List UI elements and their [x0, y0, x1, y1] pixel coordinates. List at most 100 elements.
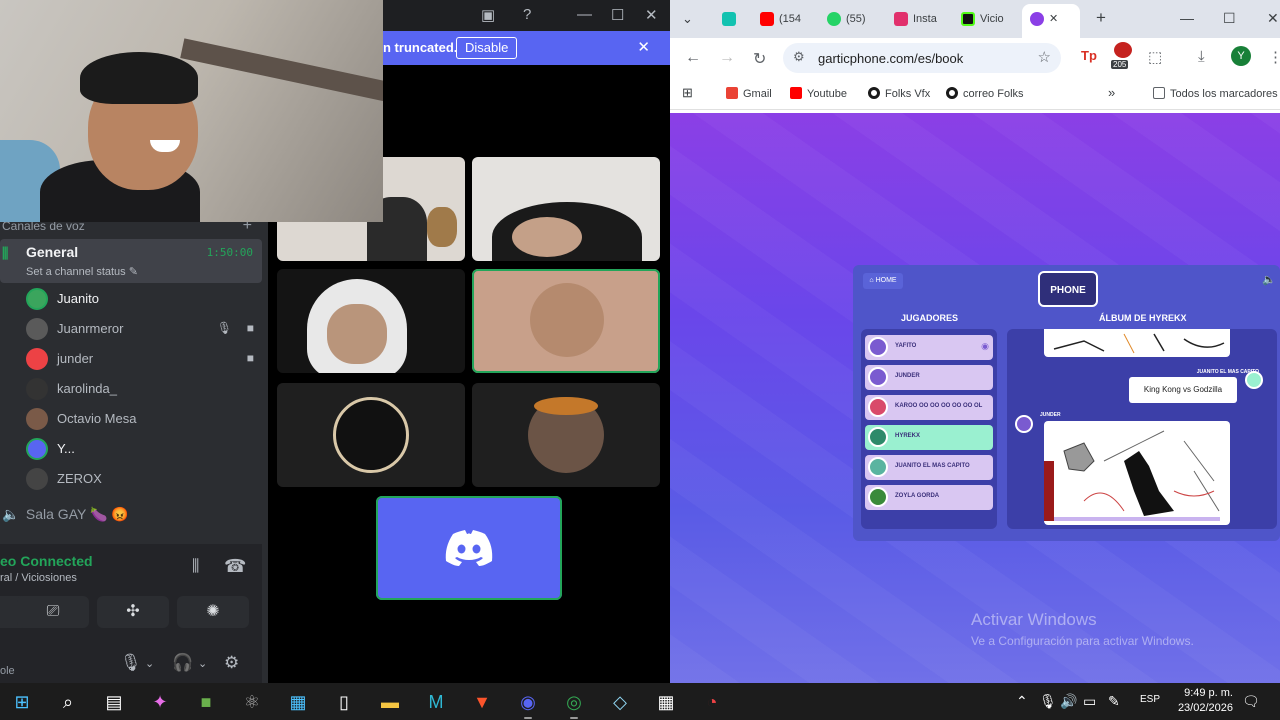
all-bookmarks-folder[interactable]: Todos los marcadores	[1153, 87, 1278, 100]
bookmark-correo-folks[interactable]: correo Folks	[946, 87, 1024, 100]
noise-suppression-icon[interactable]: ⫼	[192, 558, 199, 576]
tab-search-icon[interactable]: ⌄	[682, 6, 693, 32]
chrome-taskbar-icon[interactable]: ◎	[562, 690, 586, 719]
app-icon[interactable]: ◇	[608, 690, 632, 714]
channel-sala[interactable]: 🔈 Sala GAY 🍆 😡	[0, 506, 128, 523]
search-icon[interactable]: ⌕	[56, 690, 80, 714]
voice-member[interactable]: Y...	[26, 436, 262, 462]
language-indicator[interactable]: ESP	[1140, 694, 1160, 705]
store-icon[interactable]: ▦	[286, 690, 310, 714]
show-hidden-icons[interactable]: ⌃	[1016, 693, 1028, 710]
video-tile-speaking[interactable]	[472, 269, 660, 373]
app-m-icon[interactable]: M	[424, 690, 448, 714]
soundboard-button[interactable]: ✺	[177, 596, 249, 628]
notifications-icon[interactable]: 🗨	[1242, 693, 1260, 710]
channel-status[interactable]: Set a channel status ✎	[26, 265, 138, 278]
voice-member[interactable]: karolinda_	[26, 376, 262, 402]
tab[interactable]: Insta	[894, 6, 937, 32]
voice-channel-path[interactable]: ral / Viciosiones	[0, 572, 77, 584]
channel-general[interactable]: ⫼ General 1:50:00 Set a channel status ✎	[0, 239, 262, 283]
tab[interactable]	[722, 6, 741, 32]
settings-gear-icon[interactable]: ⚙	[224, 653, 239, 673]
home-button[interactable]: ⌂ HOME	[863, 273, 903, 289]
voice-member[interactable]: Octavio Mesa	[26, 406, 262, 432]
task-view-icon[interactable]: ▤	[102, 690, 126, 714]
chevron-down-icon[interactable]: ⌄	[198, 657, 207, 670]
file-explorer-icon[interactable]: ▬	[378, 690, 402, 714]
player-row-current[interactable]: HYREKX	[865, 425, 993, 450]
calculator-icon[interactable]: ▦	[654, 690, 678, 714]
minimize-icon[interactable]: —	[577, 6, 592, 23]
close-banner-icon[interactable]: ✕	[637, 38, 650, 56]
clock[interactable]: 9:49 p. m. 23/02/2026	[1171, 686, 1233, 716]
microphone-icon[interactable]: 🎙	[120, 653, 142, 673]
inbox-icon[interactable]: ▣	[481, 6, 495, 24]
bookmark-youtube[interactable]: Youtube	[790, 87, 847, 100]
forward-icon[interactable]: →	[719, 49, 735, 67]
site-info-icon[interactable]: ⚙	[793, 49, 805, 65]
download-icon[interactable]: ⤓	[1198, 48, 1205, 65]
album-title: ÁLBUM DE HYREKX	[1099, 313, 1187, 323]
player-row[interactable]: ZOYLA GORDA	[865, 485, 993, 510]
back-icon[interactable]: ←	[685, 49, 701, 67]
brave-icon[interactable]: ▼	[470, 690, 494, 714]
voice-member[interactable]: ZEROX	[26, 466, 262, 492]
maximize-icon[interactable]: ☐	[611, 6, 624, 24]
close-tab-icon[interactable]: ✕	[1049, 13, 1058, 25]
discord-taskbar-icon[interactable]: ◉	[516, 690, 540, 719]
notepad-icon[interactable]: ▯	[332, 690, 356, 714]
headphones-icon[interactable]: 🎧	[172, 653, 193, 673]
address-bar[interactable]: ⚙ garticphone.com/es/book ☆	[783, 43, 1061, 73]
video-tile[interactable]	[277, 269, 465, 373]
chevron-down-icon[interactable]: ⌄	[145, 657, 154, 670]
video-tile[interactable]	[472, 383, 660, 487]
pen-icon[interactable]: ✎	[1108, 693, 1120, 710]
video-tile[interactable]	[277, 383, 465, 487]
activities-button[interactable]: ✣	[97, 596, 169, 628]
video-tile-discord[interactable]	[376, 496, 562, 600]
volume-icon[interactable]: 🔊	[1060, 693, 1077, 710]
player-row[interactable]: YAFITO ◉	[865, 335, 993, 360]
more-bookmarks-icon[interactable]: »	[1108, 85, 1115, 100]
voice-member[interactable]: junder ■	[26, 346, 262, 372]
tab[interactable]: (154	[760, 6, 801, 32]
tab-active[interactable]: ✕	[1022, 4, 1080, 38]
extensions-puzzle-icon[interactable]: ⬚	[1148, 48, 1162, 66]
help-icon[interactable]: ?	[523, 6, 531, 23]
apps-grid-icon[interactable]: ⊞	[682, 85, 693, 101]
bookmark-gmail[interactable]: Gmail	[726, 87, 772, 100]
maximize-icon[interactable]: ☐	[1223, 10, 1236, 27]
copilot-icon[interactable]: ✦	[148, 690, 172, 714]
tab[interactable]: Vicio	[961, 6, 1004, 32]
disconnect-icon[interactable]: ☎	[224, 556, 246, 577]
voice-member[interactable]: Juanrmeror 🎙 ■	[26, 316, 262, 342]
app-icon[interactable]: ⚛	[240, 690, 264, 714]
menu-icon[interactable]: ⋮	[1268, 48, 1280, 66]
microphone-icon[interactable]: 🎙	[1039, 693, 1057, 710]
extension-icon[interactable]	[1114, 42, 1132, 58]
video-tile[interactable]	[472, 157, 660, 261]
minecraft-icon[interactable]: ■	[194, 690, 218, 714]
tab[interactable]: (55)	[827, 6, 866, 32]
album-feed: JUANITO EL MAS CAPITO King Kong vs Godzi…	[1007, 329, 1277, 529]
voice-member[interactable]: Juanito	[26, 286, 262, 312]
disable-button[interactable]: Disable	[456, 37, 518, 59]
profile-avatar[interactable]: Y	[1231, 46, 1251, 66]
bookmark-star-icon[interactable]: ☆	[1038, 48, 1051, 66]
minimize-icon[interactable]: —	[1180, 10, 1194, 26]
screen-share-button[interactable]: ⎚	[17, 596, 89, 628]
extension-tp-icon[interactable]: Tp	[1081, 48, 1097, 63]
player-row[interactable]: JUNDER	[865, 365, 993, 390]
avatar	[26, 288, 48, 310]
reload-icon[interactable]: ↻	[753, 49, 766, 69]
obs-icon[interactable]: ◔	[700, 690, 724, 714]
windows-start-icon[interactable]: ⊞	[10, 690, 34, 714]
bookmark-folks-vfx[interactable]: Folks Vfx	[868, 87, 930, 100]
sound-icon[interactable]: 🔈	[1262, 273, 1276, 286]
close-icon[interactable]: ✕	[645, 6, 658, 24]
new-tab-icon[interactable]: +	[1096, 8, 1106, 28]
network-icon[interactable]: ▭	[1083, 693, 1096, 710]
close-icon[interactable]: ✕	[1267, 10, 1279, 27]
player-row[interactable]: JUANITO EL MAS CAPITO	[865, 455, 993, 480]
player-row[interactable]: KAROO OO OO OO OO OO OL	[865, 395, 993, 420]
